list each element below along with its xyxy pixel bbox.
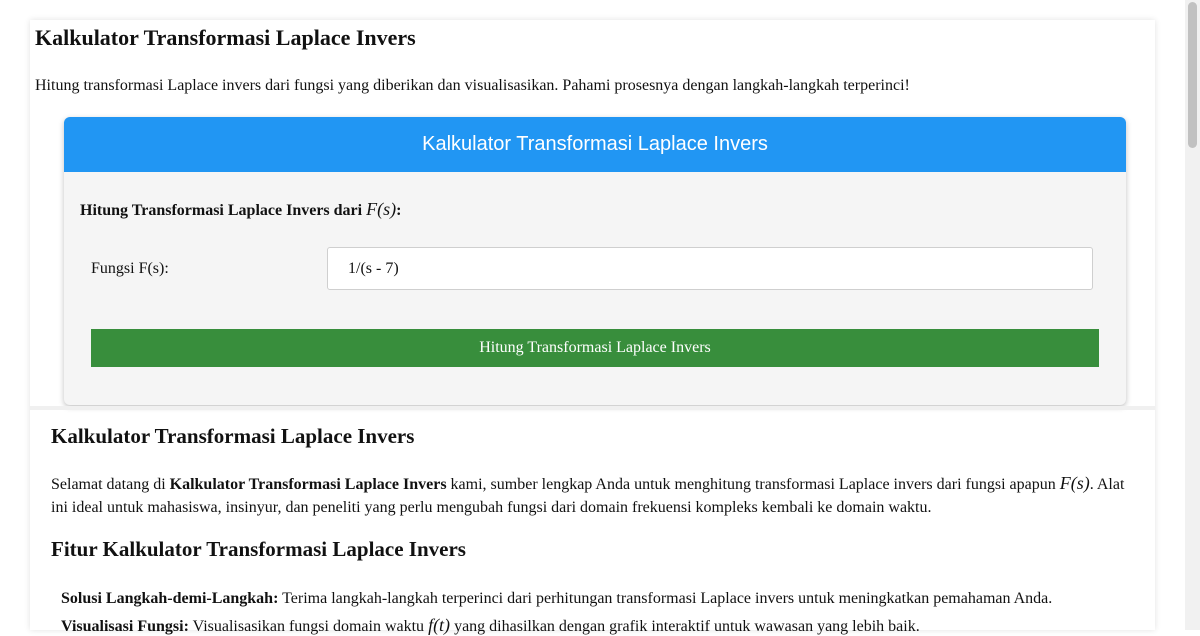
calculator-heading-math: F(s) [366, 199, 397, 219]
feature-item-bold: Solusi Langkah-demi-Langkah: [61, 590, 279, 607]
article-intro-math: F(s) [1059, 473, 1090, 493]
calculator-card: Kalkulator Transformasi Laplace Invers H… [64, 117, 1126, 405]
page-container: Kalkulator Transformasi Laplace Invers H… [30, 20, 1155, 635]
scrollbar-thumb[interactable] [1188, 2, 1197, 148]
feature-item: Solusi Langkah-demi-Langkah: Terima lang… [61, 590, 1052, 608]
article-intro-prefix: Selamat datang di [51, 476, 170, 493]
calculator-card-title: Kalkulator Transformasi Laplace Invers [64, 117, 1126, 172]
feature-item-text: Visualisasikan fungsi domain waktu [188, 618, 429, 635]
article-intro-bold: Kalkulator Transformasi Laplace Invers [169, 476, 447, 493]
calculator-heading: Hitung Transformasi Laplace Invers dari … [80, 199, 401, 220]
features-title: Fitur Kalkulator Transformasi Laplace In… [51, 537, 466, 561]
article-intro-middle: kami, sumber lengkap Anda untuk menghitu… [446, 476, 1060, 493]
feature-item-math: f(t) [428, 615, 451, 635]
article-intro: Selamat datang di Kalkulator Transformas… [51, 472, 1136, 519]
function-input[interactable] [327, 247, 1093, 290]
page-subtitle: Hitung transformasi Laplace invers dari … [35, 77, 910, 94]
section-divider [30, 406, 1155, 410]
page-title: Kalkulator Transformasi Laplace Invers [35, 25, 416, 50]
calculate-inverse-laplace-button[interactable]: Hitung Transformasi Laplace Invers [91, 329, 1099, 367]
calculator-heading-suffix: : [396, 202, 402, 219]
function-input-label: Fungsi F(s): [91, 260, 169, 277]
feature-item-bold: Visualisasi Fungsi: [61, 618, 189, 635]
page-scrollbar[interactable] [1185, 0, 1200, 630]
calculator-heading-text: Hitung Transformasi Laplace Invers dari [80, 202, 363, 219]
feature-item-text: Terima langkah-langkah terperinci dari p… [278, 590, 1053, 607]
feature-item-text-after: yang dihasilkan dengan grafik interaktif… [450, 618, 920, 635]
feature-item: Visualisasi Fungsi: Visualisasikan fungs… [61, 615, 920, 636]
article-title: Kalkulator Transformasi Laplace Invers [51, 424, 415, 448]
